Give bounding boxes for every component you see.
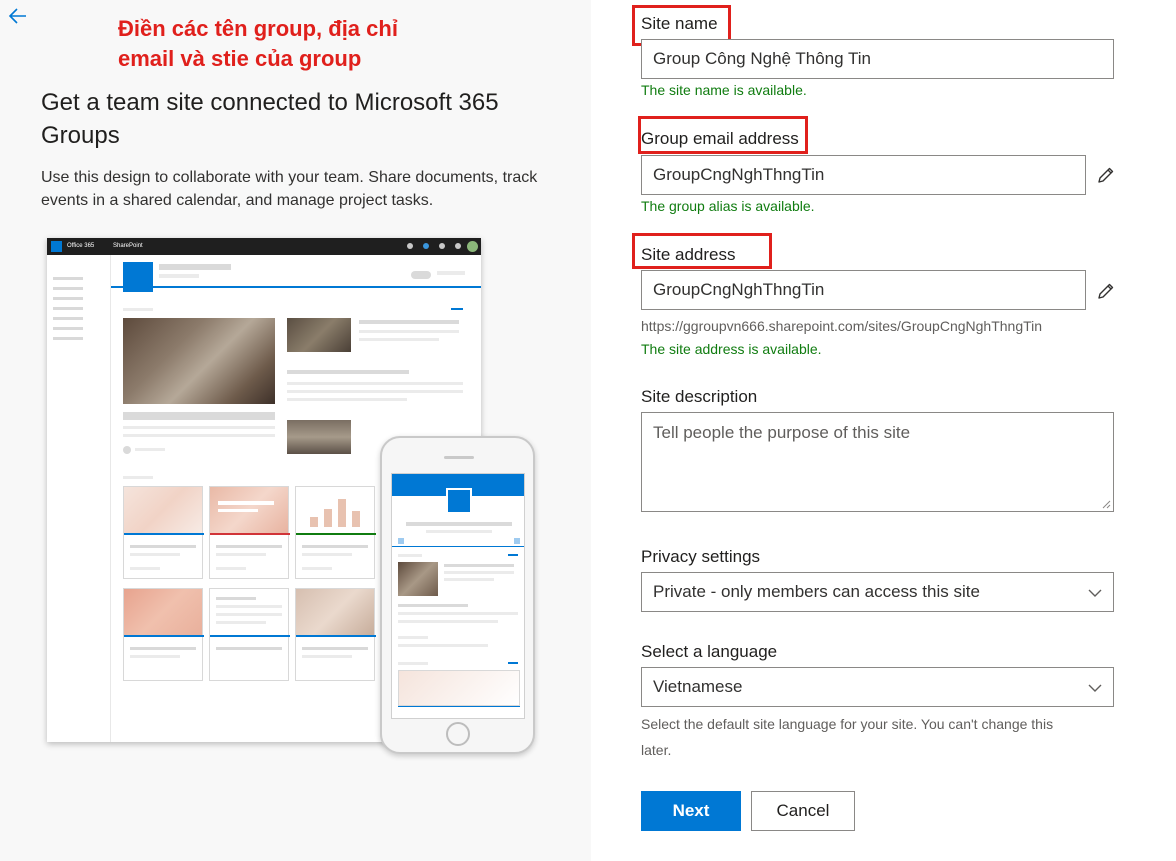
language-hint-line-2: later. xyxy=(641,742,672,758)
preview-suite-label: Office 365 xyxy=(67,243,95,249)
language-hint-line-1: Select the default site language for you… xyxy=(641,716,1054,732)
site-address-label: Site address xyxy=(641,245,736,264)
site-description-textarea[interactable]: Tell people the purpose of this site xyxy=(641,412,1114,512)
preview-card xyxy=(295,486,376,579)
language-dropdown[interactable]: Vietnamese xyxy=(641,667,1114,707)
phone-home-button xyxy=(446,722,470,746)
preview-app-label: SharePoint xyxy=(113,243,143,249)
preview-icon xyxy=(455,243,461,249)
group-email-input[interactable]: GroupCngNghThngTin xyxy=(641,155,1086,195)
preview-card xyxy=(209,486,290,579)
mobile-preview-screen xyxy=(391,473,525,719)
preview-photo xyxy=(287,420,351,454)
page-title: Get a team site connected to Microsoft 3… xyxy=(41,89,499,149)
next-button[interactable]: Next xyxy=(641,791,741,831)
annotation-line-2: email và stie của group xyxy=(118,46,362,71)
left-panel: Điền các tên group, địa chỉ email và sti… xyxy=(0,0,591,861)
pencil-icon[interactable] xyxy=(1096,165,1116,185)
mobile-preview-image xyxy=(380,436,535,754)
chevron-down-icon xyxy=(1088,684,1102,692)
resize-handle-icon[interactable] xyxy=(1102,500,1111,509)
preview-left-nav xyxy=(47,255,111,742)
site-address-status: The site address is available. xyxy=(641,341,822,357)
instruction-annotation: Điền các tên group, địa chỉ email và sti… xyxy=(118,14,478,74)
language-selected: Vietnamese xyxy=(653,677,743,696)
preview-avatar xyxy=(467,241,478,252)
language-label: Select a language xyxy=(641,642,778,661)
preview-icon xyxy=(439,243,445,249)
preview-icon xyxy=(423,243,429,249)
waffle-icon xyxy=(51,241,62,252)
preview-card xyxy=(123,588,204,681)
chevron-down-icon xyxy=(1088,589,1102,597)
site-description-label: Site description xyxy=(641,387,758,406)
preview-photo xyxy=(287,318,351,352)
site-description-placeholder: Tell people the purpose of this site xyxy=(653,423,911,442)
preview-card xyxy=(295,588,376,681)
group-email-status: The group alias is available. xyxy=(641,198,815,214)
pencil-icon[interactable] xyxy=(1096,281,1116,301)
site-address-input[interactable]: GroupCngNghThngTin xyxy=(641,270,1086,310)
back-arrow-icon[interactable] xyxy=(6,4,30,28)
site-address-url: https://ggroupvn666.sharepoint.com/sites… xyxy=(641,318,1043,334)
design-description: Use this design to collaborate with your… xyxy=(41,169,538,209)
preview-icon xyxy=(407,243,413,249)
site-name-input[interactable]: Group Công Nghệ Thông Tin xyxy=(641,39,1114,79)
preview-photo xyxy=(123,318,275,404)
site-name-status: The site name is available. xyxy=(641,82,807,98)
preview-suite-bar: Office 365 SharePoint xyxy=(47,238,481,255)
preview-card xyxy=(123,486,204,579)
privacy-label: Privacy settings xyxy=(641,547,761,566)
group-email-label: Group email address xyxy=(641,129,799,148)
annotation-line-1: Điền các tên group, địa chỉ xyxy=(118,16,398,41)
cancel-button[interactable]: Cancel xyxy=(751,791,855,831)
preview-card xyxy=(209,588,290,681)
site-name-label: Site name xyxy=(641,14,718,33)
privacy-selected: Private - only members can access this s… xyxy=(653,582,980,601)
privacy-dropdown[interactable]: Private - only members can access this s… xyxy=(641,572,1114,612)
